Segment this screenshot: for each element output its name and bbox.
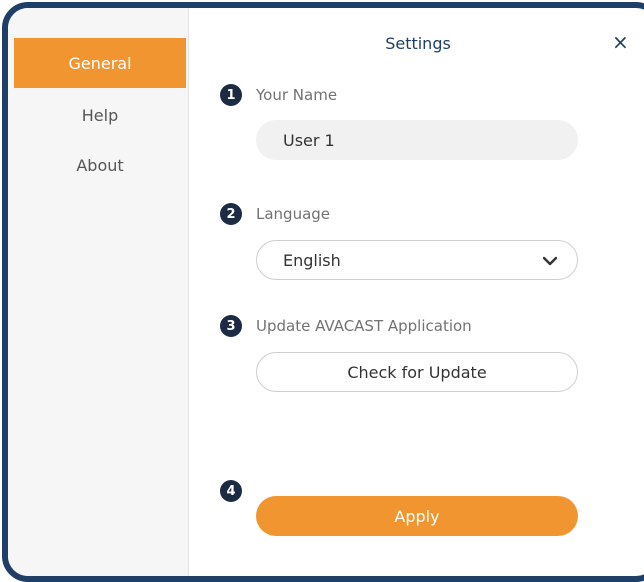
sidebar-item-label: General	[68, 53, 132, 73]
step-badge-4: 4	[220, 480, 242, 502]
check-for-update-label: Check for Update	[347, 362, 487, 382]
step-badge-1: 1	[220, 84, 242, 106]
sidebar-item-general[interactable]: General	[14, 38, 186, 88]
sidebar-item-about[interactable]: About	[14, 140, 186, 190]
apply-button[interactable]: Apply	[256, 496, 578, 536]
language-select[interactable]: English	[256, 240, 578, 280]
step-badge-2: 2	[220, 203, 242, 225]
your-name-label: Your Name	[256, 86, 338, 104]
language-label: Language	[256, 205, 331, 223]
step-badge-3: 3	[220, 315, 242, 337]
settings-sidebar: General Help About	[8, 8, 189, 576]
chevron-down-icon	[542, 251, 558, 270]
window-title: Settings	[385, 34, 451, 53]
your-name-value: User 1	[283, 130, 335, 150]
settings-window: General Help About Settings × 1 Your Nam…	[2, 2, 644, 582]
close-icon[interactable]: ×	[612, 30, 629, 54]
sidebar-item-label: About	[76, 155, 124, 175]
language-selected-value: English	[283, 250, 341, 270]
update-label: Update AVACAST Application	[256, 317, 472, 335]
sidebar-item-help[interactable]: Help	[14, 90, 186, 140]
your-name-input[interactable]: User 1	[256, 120, 578, 160]
check-for-update-button[interactable]: Check for Update	[256, 352, 578, 392]
sidebar-item-label: Help	[81, 105, 119, 125]
apply-label: Apply	[394, 506, 440, 526]
